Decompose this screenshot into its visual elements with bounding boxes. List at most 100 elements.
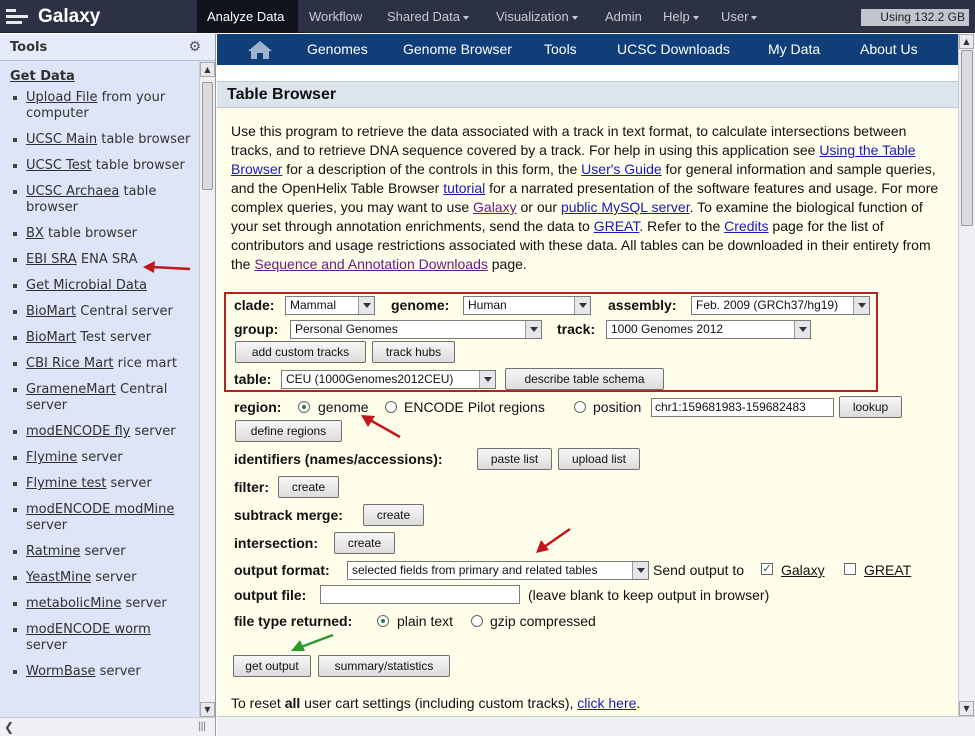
send-to-great-checkbox[interactable] <box>844 563 856 575</box>
tool-link[interactable]: EBI SRA <box>26 252 77 267</box>
paste-list-button[interactable]: paste list <box>477 448 552 470</box>
nav-analyze-data[interactable]: Analyze Data <box>197 0 298 33</box>
tool-item[interactable]: GrameneMart Central server <box>0 382 191 414</box>
tool-link[interactable]: modENCODE worm <box>26 622 151 637</box>
scroll-up-icon[interactable]: ▲ <box>959 34 974 49</box>
scroll-left-icon[interactable]: ❮ <box>4 720 14 734</box>
scroll-down-icon[interactable]: ▼ <box>200 702 215 717</box>
tool-link[interactable]: Get Microbial Data <box>26 278 147 293</box>
tool-item[interactable]: UCSC Archaea table browser <box>0 184 191 216</box>
track-hubs-button[interactable]: track hubs <box>372 341 455 363</box>
send-to-galaxy-link[interactable]: Galaxy <box>781 562 825 578</box>
ucsc-nav-genome-browser[interactable]: Genome Browser <box>403 34 512 65</box>
link-galaxy[interactable]: Galaxy <box>473 199 517 215</box>
tool-link[interactable]: UCSC Main <box>26 132 97 147</box>
tool-item[interactable]: modENCODE worm server <box>0 622 191 654</box>
tool-link[interactable]: YeastMine <box>26 570 91 585</box>
scroll-up-icon[interactable]: ▲ <box>200 62 215 77</box>
tool-item[interactable]: Get Microbial Data <box>0 278 191 294</box>
tool-link[interactable]: BX <box>26 226 44 241</box>
track-select[interactable]: 1000 Genomes 2012 <box>606 320 811 339</box>
nav-admin[interactable]: Admin <box>595 0 652 33</box>
settings-gear-icon[interactable]: ⚙ <box>188 39 201 55</box>
plain-text-radio[interactable] <box>377 615 389 627</box>
tool-item[interactable]: UCSC Main table browser <box>0 132 191 148</box>
scroll-down-icon[interactable]: ▼ <box>959 701 974 716</box>
lookup-button[interactable]: lookup <box>839 396 902 418</box>
tool-section-get-data[interactable]: Get Data <box>10 69 75 84</box>
link-great[interactable]: GREAT <box>594 218 640 234</box>
subtrack-create-button[interactable]: create <box>363 504 424 526</box>
link-sequence-annotation-downloads[interactable]: Sequence and Annotation Downloads <box>254 256 488 272</box>
get-output-button[interactable]: get output <box>233 655 311 677</box>
send-to-galaxy-checkbox[interactable]: ✓ <box>761 563 773 575</box>
link-public-mysql[interactable]: public MySQL server <box>561 199 690 215</box>
tool-item[interactable]: Flymine server <box>0 450 191 466</box>
tool-link[interactable]: UCSC Archaea <box>26 184 119 199</box>
define-regions-button[interactable]: define regions <box>235 420 342 442</box>
tool-item[interactable]: BioMart Central server <box>0 304 191 320</box>
output-format-select[interactable]: selected fields from primary and related… <box>347 561 649 580</box>
tool-link[interactable]: Flymine <box>26 450 77 465</box>
group-select[interactable]: Personal Genomes <box>290 320 542 339</box>
tool-item[interactable]: Upload File from your computer <box>0 90 191 122</box>
tool-link[interactable]: Ratmine <box>26 544 80 559</box>
scrollbar-thumb[interactable] <box>202 82 213 190</box>
nav-user[interactable]: User <box>711 0 767 33</box>
region-genome-radio[interactable] <box>298 401 310 413</box>
tool-link[interactable]: BioMart <box>26 304 76 319</box>
tool-item[interactable]: BioMart Test server <box>0 330 191 346</box>
tool-link[interactable]: Flymine test <box>26 476 106 491</box>
scrollbar-thumb[interactable] <box>961 50 973 226</box>
table-select[interactable]: CEU (1000Genomes2012CEU) <box>281 370 496 389</box>
center-vertical-scrollbar[interactable]: ▲ ▼ <box>958 34 975 716</box>
region-position-radio[interactable] <box>574 401 586 413</box>
ucsc-nav-tools[interactable]: Tools <box>544 34 577 65</box>
summary-statistics-button[interactable]: summary/statistics <box>318 655 450 677</box>
upload-list-button[interactable]: upload list <box>558 448 640 470</box>
tool-link[interactable]: CBI Rice Mart <box>26 356 114 371</box>
send-to-great-link[interactable]: GREAT <box>864 562 911 578</box>
tool-item[interactable]: metabolicMine server <box>0 596 191 612</box>
nav-help[interactable]: Help <box>653 0 709 33</box>
intersection-create-button[interactable]: create <box>334 532 395 554</box>
add-custom-tracks-button[interactable]: add custom tracks <box>235 341 366 363</box>
tool-link[interactable]: WormBase <box>26 664 95 679</box>
tool-link[interactable]: modENCODE modMine <box>26 502 174 517</box>
ucsc-nav-genomes[interactable]: Genomes <box>307 34 368 65</box>
nav-shared-data[interactable]: Shared Data <box>377 0 479 33</box>
gzip-radio[interactable] <box>471 615 483 627</box>
home-icon[interactable] <box>247 40 273 60</box>
link-credits[interactable]: Credits <box>724 218 768 234</box>
ucsc-nav-downloads[interactable]: UCSC Downloads <box>617 34 730 65</box>
tool-link[interactable]: BioMart <box>26 330 76 345</box>
tool-item[interactable]: UCSC Test table browser <box>0 158 191 174</box>
tool-item[interactable]: WormBase server <box>0 664 191 680</box>
tool-link[interactable]: GrameneMart <box>26 382 116 397</box>
link-users-guide[interactable]: User's Guide <box>581 161 661 177</box>
tool-item[interactable]: Ratmine server <box>0 544 191 560</box>
clade-select[interactable]: Mammal <box>285 296 375 315</box>
tool-panel-horizontal-scrollbar[interactable]: ❮ ||| <box>0 717 215 736</box>
assembly-select[interactable]: Feb. 2009 (GRCh37/hg19) <box>691 296 870 315</box>
tool-item[interactable]: Flymine test server <box>0 476 191 492</box>
tool-link[interactable]: metabolicMine <box>26 596 121 611</box>
nav-workflow[interactable]: Workflow <box>299 0 372 33</box>
center-horizontal-scrollbar[interactable] <box>217 716 975 736</box>
galaxy-brand[interactable]: Galaxy <box>6 4 100 29</box>
ucsc-nav-my-data[interactable]: My Data <box>768 34 820 65</box>
link-tutorial[interactable]: tutorial <box>443 180 485 196</box>
tool-item[interactable]: BX table browser <box>0 226 191 242</box>
tool-item[interactable]: modENCODE fly server <box>0 424 191 440</box>
describe-table-schema-button[interactable]: describe table schema <box>505 368 664 390</box>
nav-visualization[interactable]: Visualization <box>486 0 588 33</box>
reset-click-here-link[interactable]: click here <box>577 695 636 711</box>
output-file-input[interactable] <box>320 585 520 604</box>
tool-item[interactable]: modENCODE modMine server <box>0 502 191 534</box>
position-input[interactable]: chr1:159681983-159682483 <box>651 398 834 417</box>
tool-link[interactable]: Upload File <box>26 90 97 105</box>
resize-grip-icon[interactable]: ||| <box>198 721 206 732</box>
tool-panel-vertical-scrollbar[interactable]: ▲ ▼ <box>199 62 215 717</box>
filter-create-button[interactable]: create <box>278 476 339 498</box>
tool-link[interactable]: modENCODE fly <box>26 424 130 439</box>
